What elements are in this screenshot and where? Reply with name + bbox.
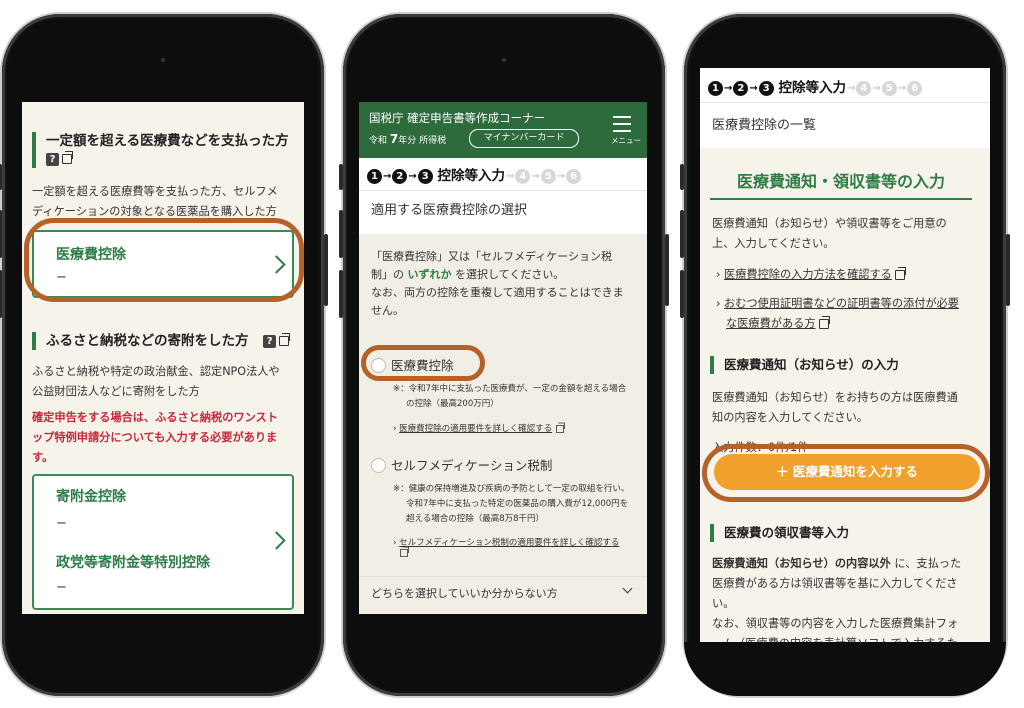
page-subhead: 適用する医療費控除の選択	[359, 190, 647, 234]
phone-side-button	[680, 164, 684, 190]
receipt-section-desc: 医療費通知（お知らせ）の内容以外 に、支払った 医療費がある方は領収書等を基に入…	[712, 557, 962, 642]
external-link-icon[interactable]	[279, 333, 291, 346]
section-donation-title-text: ふるさと納税などの寄附をした方	[46, 333, 249, 349]
option2-link-row[interactable]: › セルフメディケーション税制の適用要件を詳しく確認する	[393, 536, 619, 559]
chevron-right-icon: ›	[393, 538, 397, 548]
chevron-right-icon	[267, 531, 286, 550]
phone-right: 1 → 2 → 3 控除等入力→ 4 → 5 → 6 医療費控除の一覧 医療費通知・領収書等の入力…	[680, 14, 1010, 696]
furusato-warning: 確定申告をする場合は、ふるさと納税のワンスト ップ特例申請分についても入力する必…	[32, 411, 278, 464]
step-label: 控除等入力	[778, 80, 846, 96]
chevron-right-icon: ›	[716, 268, 721, 281]
header-year: 令和 7年分 所得税	[369, 132, 447, 146]
donation-card-title: 寄附金控除	[56, 489, 126, 505]
party-donation-card-value: −	[56, 580, 67, 595]
phone-power-button	[665, 234, 669, 306]
phone-left: 一定額を超える医療費などを支払った方 ? 一定額を超える医療費等を支払った方、セ…	[0, 14, 328, 696]
receipt-section-title: 医療費の領収書等入力	[710, 524, 849, 542]
screen-medical-input: 1 → 2 → 3 控除等入力→ 4 → 5 → 6 医療費控除の一覧 医療費通知・領収書等の入力…	[700, 68, 990, 642]
chevron-right-icon: ›	[716, 297, 721, 310]
step-bar: 1 → 2 → 3 控除等入力→ 4 → 5 → 6	[700, 68, 990, 102]
step-indicator: 1 → 2 → 3 控除等入力→ 4 → 5 → 6	[367, 164, 582, 184]
option1-note: ※：令和7年中に支払った医療費が、一定の金額を超える場合 の控除（最高200万円…	[393, 384, 627, 409]
section-donation-title: ふるさと納税などの寄附をした方 ?	[32, 332, 291, 350]
help-icon[interactable]: ?	[46, 152, 59, 166]
external-link-icon[interactable]	[62, 151, 73, 164]
step-indicator: 1 → 2 → 3 控除等入力→ 4 → 5 → 6	[708, 76, 923, 96]
mynumber-card-badge[interactable]: マイナンバーカード	[469, 129, 579, 148]
highlight-oval	[361, 345, 485, 381]
help-icon[interactable]: ?	[263, 334, 277, 348]
phone-volume-down	[680, 270, 684, 318]
highlight-oval	[702, 444, 990, 502]
option1-detail-link[interactable]: 医療費控除の適用要件を詳しく確認する	[399, 424, 552, 434]
screen-medical-selection: 国税庁 確定申告書等作成コーナー 令和 7年分 所得税 マイナンバーカード メニ…	[359, 102, 647, 614]
screen-deduction-list: 一定額を超える医療費などを支払った方 ? 一定額を超える医療費等を支払った方、セ…	[22, 102, 304, 614]
step-bar: 1 → 2 → 3 控除等入力→ 4 → 5 → 6	[359, 158, 647, 190]
phone-middle: 国税庁 確定申告書等作成コーナー 令和 7年分 所得税 マイナンバーカード メニ…	[339, 14, 669, 696]
donation-deduction-card[interactable]: 寄附金控除 − 政党等寄附金等特別控除 −	[32, 474, 294, 610]
external-link-icon	[400, 546, 409, 557]
phone-bottom-bezel	[684, 642, 1006, 696]
option1-link-row[interactable]: › 医療費控除の適用要件を詳しく確認する	[393, 422, 565, 434]
chevron-down-icon	[622, 583, 633, 594]
phone-side-button	[0, 164, 2, 190]
phone-power-button	[324, 234, 328, 306]
notice-section-desc: 医療費通知（お知らせ）をお持ちの方は医療費通 知の内容を入力してください。	[712, 391, 958, 424]
notice-section-title: 医療費通知（お知らせ）の入力	[710, 356, 899, 374]
header-title: 国税庁 確定申告書等作成コーナー	[369, 111, 546, 125]
section-medical-desc: 一定額を超える医療費等を支払った方、セルフメ ディケーションの対象となる医薬品を…	[32, 185, 278, 218]
input-method-link[interactable]: 医療費控除の入力方法を確認する	[724, 268, 892, 281]
option2-note: ※：健康の保持増進及び疾病の予防として一定の取組を行い、 令和7年中に支払った特…	[393, 484, 630, 524]
phone-volume-up	[0, 210, 2, 258]
certificate-link-row[interactable]: › おむつ使用証明書などの証明書等の添付が必要 な医療費がある方	[716, 294, 959, 334]
help-accordion[interactable]: どちらを選択していいか分からない方	[359, 576, 647, 614]
hamburger-menu-icon[interactable]	[613, 116, 631, 132]
selection-instructions: 「医療費控除」又は「セルフメディケーション税 制」の いずれか を選択してくださ…	[371, 250, 624, 317]
section-medical-title: 一定額を超える医療費などを支払った方 ?	[32, 132, 289, 168]
phone-volume-down	[0, 270, 2, 318]
external-link-icon	[894, 267, 906, 280]
donation-card-value: −	[56, 516, 67, 531]
section-big-title: 医療費通知・領収書等の入力	[710, 168, 972, 200]
section-donation-desc: ふるさと納税や特定の政治献金、認定NPO法人や 公益財団法人などに寄附をした方	[32, 365, 280, 398]
certificate-link[interactable]: おむつ使用証明書などの証明書等の添付が必要	[724, 297, 959, 310]
help-accordion-label: どちらを選択していいか分からない方	[371, 587, 558, 600]
phone-volume-up	[339, 210, 343, 258]
option2-detail-link[interactable]: セルフメディケーション税制の適用要件を詳しく確認する	[399, 538, 619, 548]
front-camera	[161, 58, 165, 62]
input-instructions: 医療費通知（お知らせ）や領収書等をご用意の 上、入力してください。	[712, 217, 947, 250]
phone-volume-up	[680, 210, 684, 258]
menu-label[interactable]: メニュー	[611, 135, 641, 146]
party-donation-card-title: 政党等寄附金等特別控除	[56, 555, 210, 571]
step-label: 控除等入力	[437, 168, 505, 184]
chevron-right-icon: ›	[393, 424, 397, 434]
external-link-icon	[556, 422, 565, 433]
radio-self-medication[interactable]	[371, 458, 386, 473]
highlight-oval	[24, 218, 304, 302]
app-header: 国税庁 確定申告書等作成コーナー 令和 7年分 所得税 マイナンバーカード メニ…	[359, 102, 647, 158]
input-method-link-row[interactable]: › 医療費控除の入力方法を確認する	[716, 266, 906, 282]
option-self-medication-label[interactable]: セルフメディケーション税制	[391, 455, 552, 474]
front-camera	[502, 58, 506, 62]
phone-side-button	[339, 164, 343, 190]
phone-volume-down	[339, 270, 343, 318]
page-subhead: 医療費控除の一覧	[700, 102, 990, 148]
section-medical-title-text: 一定額を超える医療費などを支払った方	[46, 133, 289, 149]
phone-power-button	[1006, 234, 1010, 306]
external-link-icon	[818, 316, 830, 329]
